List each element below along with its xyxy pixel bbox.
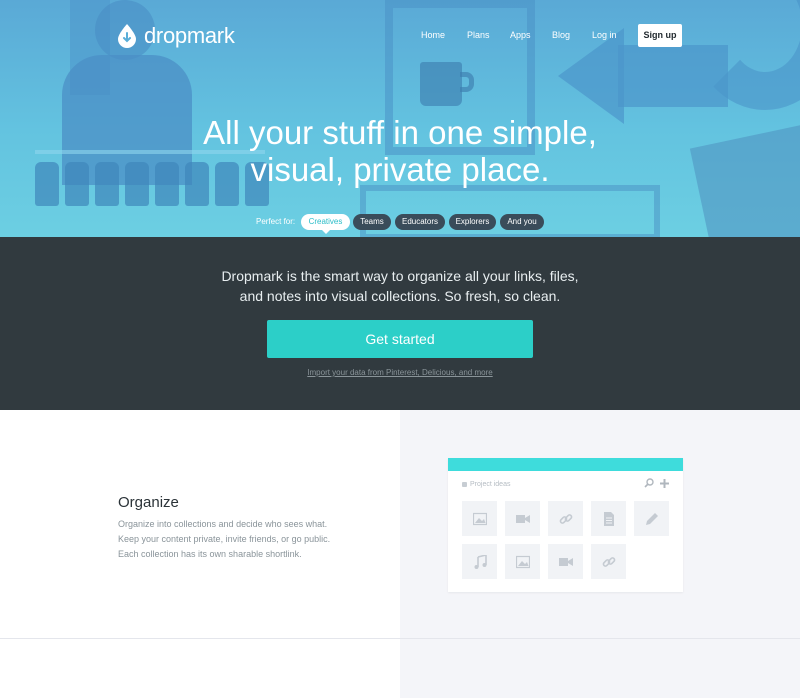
item-tile-image [505, 544, 540, 579]
image-icon [472, 512, 487, 525]
collection-name: Project ideas [470, 481, 511, 488]
hero-title-line: All your stuff in one simple, [203, 114, 597, 151]
collection-card: Project ideas [448, 458, 683, 592]
item-tile-video [505, 501, 540, 536]
signup-button[interactable]: Sign up [638, 24, 682, 47]
perfect-for-label: Perfect for: [256, 217, 296, 226]
hero-background-mug-handle [460, 72, 474, 92]
hero: dropmark Home Plans Apps Blog Log in Sig… [0, 0, 800, 237]
next-feature-text-panel [0, 639, 400, 698]
audience-tab-teams[interactable]: Teams [353, 214, 391, 230]
item-tile-document [591, 501, 626, 536]
intro-line: and notes into visual collections. So fr… [239, 288, 561, 304]
feature-description-line: Keep your content private, invite friend… [118, 534, 331, 544]
intro-band: Dropmark is the smart way to organize al… [0, 237, 800, 410]
plus-icon [660, 478, 669, 488]
music-icon [474, 554, 487, 569]
hero-background-arrow [618, 45, 728, 107]
next-feature-illustration-panel [400, 639, 800, 698]
feature-text-panel: Organize Organize into collections and d… [0, 410, 400, 638]
hero-title: All your stuff in one simple, visual, pr… [0, 114, 800, 188]
audience-tab-educators[interactable]: Educators [395, 214, 445, 230]
pencil-icon [645, 512, 658, 525]
intro-line: Dropmark is the smart way to organize al… [221, 268, 579, 284]
audience-tab-creatives[interactable]: Creatives [301, 214, 350, 234]
item-tile-link [548, 501, 583, 536]
audience-tab-explorers[interactable]: Explorers [449, 214, 496, 230]
nav-home[interactable]: Home [421, 30, 445, 40]
lock-icon [462, 481, 467, 487]
item-tile-audio [462, 544, 497, 579]
collection-tools [644, 478, 669, 489]
audience-selector: Perfect for: Creatives Teams Educators E… [0, 214, 800, 234]
search-icon [644, 478, 654, 488]
intro-text: Dropmark is the smart way to organize al… [0, 266, 800, 306]
feature-description-line: Each collection has its own sharable sho… [118, 549, 302, 559]
item-tile-video [548, 544, 583, 579]
feature-description-line: Organize into collections and decide who… [118, 519, 328, 529]
link-icon [559, 513, 572, 524]
collection-card-header-bar [448, 458, 683, 471]
hero-title-line: visual, private place. [250, 151, 550, 188]
item-tile-note [634, 501, 669, 536]
nav-plans[interactable]: Plans [467, 30, 490, 40]
collection-title: Project ideas [462, 481, 510, 488]
nav-blog[interactable]: Blog [552, 30, 570, 40]
document-icon [603, 511, 614, 526]
feature-title: Organize [118, 494, 179, 511]
feature-illustration-panel: Project ideas [400, 410, 800, 638]
item-tile-link [591, 544, 626, 579]
video-icon [515, 514, 530, 523]
item-tile-image [462, 501, 497, 536]
audience-tab-and-you[interactable]: And you [500, 214, 544, 230]
image-icon [515, 555, 530, 568]
link-icon [602, 556, 615, 567]
import-link[interactable]: Import your data from Pinterest, Delicio… [0, 368, 800, 377]
get-started-button[interactable]: Get started [267, 320, 533, 358]
hero-background-mug [420, 62, 462, 106]
feature-description: Organize into collections and decide who… [118, 517, 368, 562]
video-icon [558, 557, 573, 566]
nav-apps[interactable]: Apps [510, 30, 531, 40]
nav-login[interactable]: Log in [592, 30, 617, 40]
